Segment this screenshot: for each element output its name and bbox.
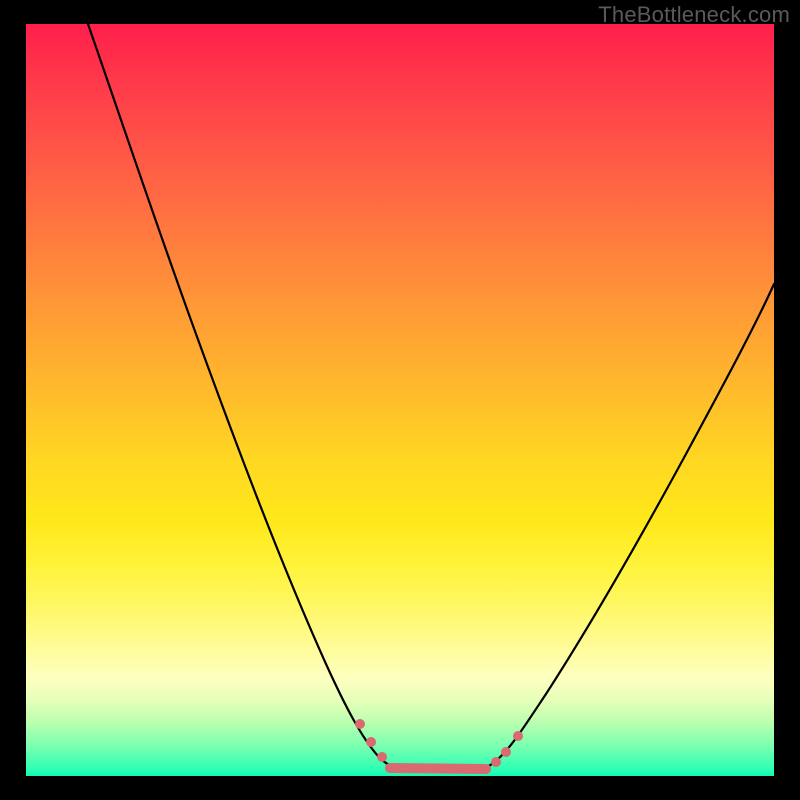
chart-plot-area: [26, 24, 774, 776]
chart-svg: [26, 24, 774, 776]
marker-dot: [377, 752, 387, 762]
marker-dot: [491, 757, 501, 767]
watermark-text: TheBottleneck.com: [598, 2, 790, 28]
marker-dot: [355, 719, 365, 729]
marker-dot: [501, 747, 511, 757]
marker-dot: [513, 731, 523, 741]
bottleneck-curve-line: [88, 24, 774, 771]
marker-dot: [366, 737, 376, 747]
marker-flat-line: [390, 768, 486, 769]
